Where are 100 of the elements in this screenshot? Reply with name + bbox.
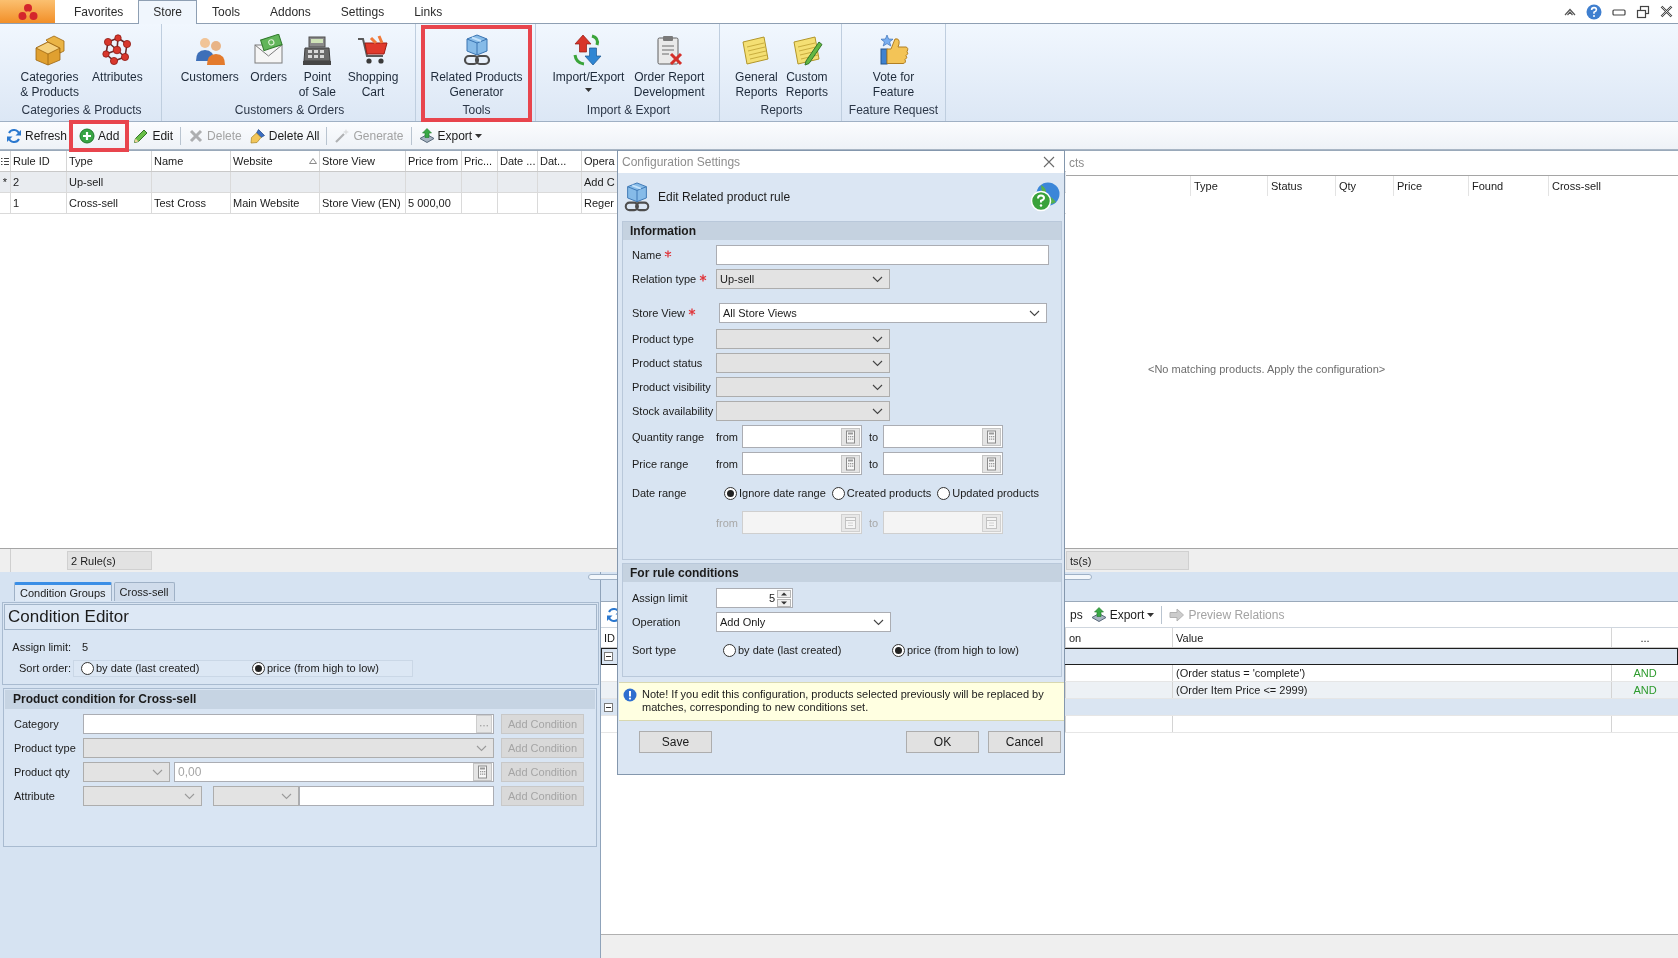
table-cell-text: AND — [1632, 683, 1658, 698]
table-cell: Up-sell — [67, 172, 152, 192]
ribbon-button[interactable]: General Reports — [733, 34, 780, 104]
radio-button[interactable] — [937, 486, 951, 500]
column-header[interactable]: Cross-sell — [1548, 176, 1678, 196]
table-cell: Main Website — [231, 193, 320, 213]
toolbar-button[interactable]: Export — [414, 124, 487, 147]
field-label: Assign limit: — [11, 641, 71, 653]
ribbon-button[interactable]: Order Report Development — [631, 34, 707, 104]
radio-button[interactable] — [724, 486, 737, 500]
column-header[interactable]: Qty — [1335, 176, 1393, 196]
dropdown[interactable] — [716, 377, 890, 397]
spin-down-icon[interactable] — [777, 598, 791, 607]
column-header[interactable]: Price from — [406, 151, 462, 171]
calculator-icon[interactable] — [473, 763, 492, 781]
tab[interactable]: Cross-sell — [113, 582, 175, 601]
ribbon-button[interactable]: Vote for Feature — [870, 34, 917, 104]
column-header[interactable]: on — [1066, 628, 1173, 647]
close-icon[interactable] — [1043, 156, 1055, 168]
dropdown[interactable]: All Store Views — [719, 303, 1047, 323]
column-header[interactable]: Rule ID — [11, 151, 67, 171]
dropdown[interactable] — [716, 329, 890, 349]
app-menu-button[interactable] — [0, 0, 55, 23]
column-header[interactable]: Pric... — [462, 151, 498, 171]
ribbon-button[interactable]: Attributes — [90, 34, 145, 104]
radio-button[interactable] — [81, 661, 94, 675]
ribbon-button[interactable]: Shopping Cart — [345, 34, 401, 104]
radio-button[interactable] — [831, 486, 845, 500]
number-field[interactable] — [742, 452, 862, 475]
column-header[interactable]: Opera — [582, 151, 616, 171]
column-header[interactable]: Date ... — [498, 151, 538, 171]
dialog-button[interactable]: Cancel — [988, 731, 1061, 753]
radio-button[interactable] — [892, 643, 905, 657]
dropdown[interactable]: Add Only — [716, 612, 891, 632]
dropdown[interactable] — [83, 786, 202, 806]
dialog-button[interactable]: Save — [639, 731, 712, 753]
column-header[interactable]: Type — [1190, 176, 1267, 196]
toolbar-button[interactable]: Add — [75, 124, 124, 147]
browse-dots-icon[interactable] — [476, 715, 492, 733]
column-header[interactable]: ... — [1612, 628, 1678, 647]
ribbon-button[interactable]: Categories & Products — [18, 34, 81, 104]
dropdown[interactable]: Up-sell — [716, 269, 890, 289]
number-field[interactable] — [742, 425, 862, 448]
minus-box-icon[interactable] — [604, 651, 613, 661]
toolbar-button[interactable]: Refresh — [2, 124, 72, 147]
column-header[interactable]: Website — [231, 151, 320, 171]
number-field[interactable] — [883, 425, 1003, 448]
calculator-icon[interactable] — [982, 427, 1001, 446]
dropdown[interactable] — [716, 401, 890, 421]
column-header[interactable]: Dat... — [538, 151, 582, 171]
column-header[interactable]: Value — [1173, 628, 1612, 647]
toolbar-button[interactable]: Edit — [129, 124, 178, 147]
menu-tab[interactable]: Addons — [255, 1, 326, 23]
minus-box-icon[interactable] — [604, 702, 613, 712]
tab[interactable]: Condition Groups — [14, 582, 112, 601]
help-icon[interactable] — [1586, 3, 1602, 20]
radio-button[interactable] — [252, 661, 265, 675]
menu-tab[interactable]: Settings — [325, 1, 400, 23]
text-field[interactable] — [299, 786, 494, 806]
dropdown[interactable] — [716, 353, 890, 373]
toolbar-button[interactable]: ps — [1066, 603, 1087, 626]
brush-icon — [249, 127, 266, 144]
menu-tab[interactable]: Store — [138, 0, 198, 24]
calculator-icon[interactable] — [841, 454, 860, 473]
ribbon-button[interactable]: Orders — [248, 34, 289, 104]
list-icon[interactable] — [0, 156, 10, 166]
ribbon-button[interactable]: Customers — [178, 34, 241, 104]
menu-tab[interactable]: Links — [399, 1, 458, 23]
calculator-icon[interactable] — [841, 427, 860, 446]
ribbon-button[interactable]: Import/Export — [550, 34, 627, 104]
spin-up-icon[interactable] — [777, 589, 791, 598]
menu-tab[interactable]: Tools — [197, 1, 256, 23]
close-icon[interactable] — [1660, 5, 1673, 18]
dropdown[interactable] — [83, 762, 170, 782]
ribbon-button[interactable]: Custom Reports — [783, 34, 830, 104]
radio-button[interactable] — [723, 643, 736, 657]
restore-icon[interactable] — [1636, 4, 1650, 19]
radio-label: price (from high to low) — [907, 644, 1019, 656]
column-header[interactable]: Status — [1267, 176, 1335, 196]
toolbar-button[interactable]: Delete All — [245, 124, 324, 147]
number-spinner[interactable]: 5 — [716, 588, 793, 608]
column-header[interactable]: Store View — [320, 151, 406, 171]
column-header[interactable]: Found — [1468, 176, 1548, 196]
ribbon-button[interactable]: Point of Sale — [296, 34, 338, 104]
dialog-button[interactable]: OK — [906, 731, 979, 753]
minimize-icon[interactable] — [1612, 6, 1626, 17]
help-globe-icon[interactable] — [1030, 182, 1060, 212]
column-header[interactable]: Type — [67, 151, 152, 171]
menu-tab[interactable]: Favorites — [59, 1, 139, 23]
calculator-icon[interactable] — [982, 454, 1001, 473]
text-field[interactable] — [716, 245, 1049, 265]
dropdown[interactable] — [213, 786, 299, 806]
ribbon-button[interactable]: Related Products Generator — [428, 34, 525, 104]
column-header[interactable]: Name — [152, 151, 231, 171]
dropdown[interactable] — [83, 738, 494, 758]
column-header[interactable]: Price — [1393, 176, 1468, 196]
text-field[interactable] — [83, 714, 494, 734]
chevron-up-icon[interactable] — [1564, 7, 1576, 16]
number-field[interactable] — [883, 452, 1003, 475]
toolbar-button[interactable]: Export — [1086, 603, 1159, 626]
